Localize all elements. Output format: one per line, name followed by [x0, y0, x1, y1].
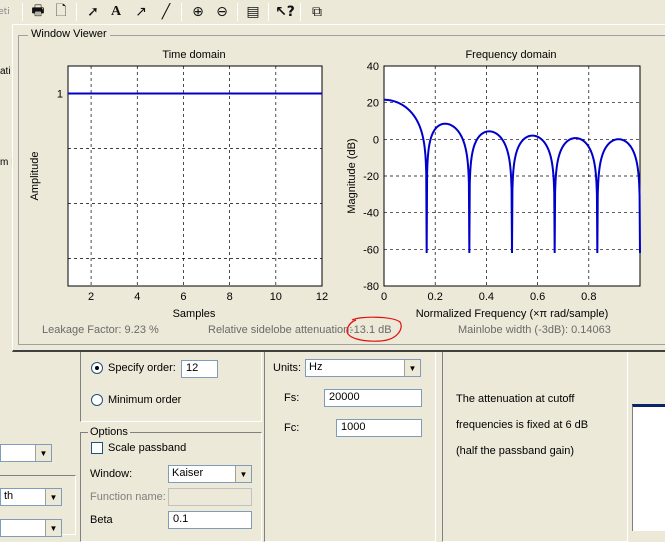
- chevron-down-icon: ▼: [45, 520, 61, 536]
- left-select-3[interactable]: ▼: [0, 519, 62, 537]
- chevron-down-icon: ▼: [45, 489, 61, 505]
- order-input[interactable]: 12: [181, 360, 218, 378]
- freq-x-tick-label: 0.8: [581, 291, 596, 303]
- freq-y-tick-label: -80: [363, 281, 379, 293]
- beta-input[interactable]: 0.1: [168, 511, 252, 529]
- function-name-input[interactable]: [168, 488, 252, 506]
- leakage-factor: Leakage Factor: 9.23 %: [42, 324, 159, 336]
- units-select[interactable]: Hz ▼: [305, 359, 421, 377]
- minimum-order-label: Minimum order: [108, 394, 182, 406]
- freq-y-tick-label: -60: [363, 244, 379, 256]
- filter-design-dialog: ▼ th ▼ ▼ Specify order: 12 Minimum order …: [0, 352, 665, 542]
- window-viewer-plots: Time domain 2 4 6 8 10 121 Samples Amplitude …: [29, 49, 641, 342]
- window-label: Window:: [90, 468, 133, 480]
- options-title: Options: [88, 426, 130, 438]
- fs-label: Fs:: [284, 392, 300, 404]
- scale-passband-checkbox[interactable]: [91, 442, 103, 454]
- window-select[interactable]: Kaiser ▼: [168, 465, 252, 483]
- time-x-tick-label: 6: [180, 291, 186, 303]
- freq-x-tick-label: 0.4: [479, 291, 494, 303]
- chevron-down-icon: ▼: [235, 466, 251, 482]
- left-select-2[interactable]: th ▼: [0, 488, 62, 506]
- freq-x-tick-label: 0.2: [428, 291, 443, 303]
- function-name-label: Function name:: [90, 491, 166, 503]
- time-x-tick-label: 8: [227, 291, 233, 303]
- scale-passband-label: Scale passband: [108, 442, 187, 454]
- time-x-tick-label: 4: [134, 291, 140, 303]
- frequency-domain-ylabel: Magnitude (dB): [346, 138, 358, 213]
- units-select-value: Hz: [309, 361, 323, 373]
- time-domain-axes: [67, 65, 323, 287]
- left-select-1[interactable]: ▼: [0, 444, 52, 462]
- freq-x-tick-label: 0: [381, 291, 387, 303]
- relative-sidelobe-label: Relative sidelobe attenuation:: [208, 324, 352, 336]
- right-pane-fragment: [632, 404, 665, 531]
- frequency-domain-xlabel: Normalized Frequency (×π rad/sample): [416, 308, 609, 320]
- mainlobe-width: Mainlobe width (-3dB): 0.14063: [458, 324, 611, 336]
- freq-x-tick-label: 0.6: [530, 291, 545, 303]
- time-domain-plot: Time domain 2 4 6 8 10 12 1 Samples Amplitude: [29, 49, 328, 320]
- freq-y-tick-label: 40: [367, 61, 379, 73]
- window-select-value: Kaiser: [172, 467, 204, 479]
- beta-label: Beta: [90, 514, 113, 526]
- frequency-specs-panel: [264, 352, 436, 542]
- time-x-tick-label: 10: [270, 291, 282, 303]
- time-y-tick-label: 1: [57, 89, 63, 101]
- time-domain-ylabel: Amplitude: [29, 152, 41, 201]
- fc-label: Fc:: [284, 422, 300, 434]
- time-x-tick-label: 2: [88, 291, 94, 303]
- time-domain-xlabel: Samples: [173, 308, 216, 320]
- info-text-line-1: The attenuation at cutoff: [456, 393, 575, 405]
- freq-y-tick-label: -20: [363, 171, 379, 183]
- time-x-tick-label: 12: [316, 291, 328, 303]
- relative-sidelobe-value: -13.1 dB: [350, 324, 392, 336]
- freq-y-tick-label: 0: [373, 134, 379, 146]
- specify-order-label: Specify order:: [108, 362, 176, 374]
- frequency-domain-title: Frequency domain: [465, 49, 556, 61]
- fc-input[interactable]: 1000: [336, 419, 422, 437]
- freq-y-tick-label: 20: [367, 98, 379, 110]
- frequency-domain-plot: Frequency domain 0 0.2 0.4 0.6 0.8 40 20 0 -20 -4…: [346, 49, 641, 320]
- info-text-line-3: (half the passband gain): [456, 445, 575, 457]
- fs-input[interactable]: 20000: [324, 389, 422, 407]
- chevron-down-icon: ▼: [35, 445, 51, 461]
- specify-order-radio[interactable]: [91, 362, 103, 374]
- left-select-2-value: th: [4, 490, 14, 502]
- time-domain-title: Time domain: [162, 49, 225, 61]
- units-label: Units:: [273, 362, 302, 374]
- minimum-order-radio[interactable]: [91, 394, 103, 406]
- info-text-line-2: frequencies is fixed at 6 dB: [456, 419, 589, 431]
- chevron-down-icon: ▼: [404, 360, 420, 376]
- freq-y-tick-label: -40: [363, 208, 379, 220]
